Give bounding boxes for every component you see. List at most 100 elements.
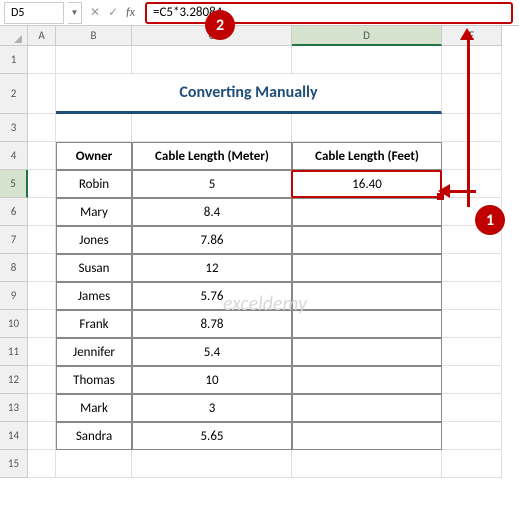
cell-meter[interactable]: 8.78 bbox=[132, 310, 292, 338]
cell[interactable] bbox=[132, 450, 292, 478]
cell-owner[interactable]: Frank bbox=[56, 310, 132, 338]
annotation-arrow bbox=[448, 190, 476, 193]
name-box-dropdown[interactable]: ▼ bbox=[68, 2, 82, 24]
cell-owner[interactable]: Mary bbox=[56, 198, 132, 226]
cell[interactable] bbox=[28, 394, 56, 422]
col-header-d[interactable]: D bbox=[292, 26, 442, 46]
cell-feet[interactable] bbox=[292, 366, 442, 394]
cell[interactable] bbox=[28, 310, 56, 338]
cell-owner[interactable]: Sandra bbox=[56, 422, 132, 450]
cell[interactable] bbox=[292, 46, 442, 74]
cell-owner[interactable]: Thomas bbox=[56, 366, 132, 394]
row-header[interactable]: 7 bbox=[0, 226, 28, 254]
header-meter[interactable]: Cable Length (Meter) bbox=[132, 142, 292, 170]
fx-icon[interactable]: fx bbox=[126, 6, 135, 20]
cell-feet[interactable] bbox=[292, 422, 442, 450]
cell-meter[interactable]: 5.4 bbox=[132, 338, 292, 366]
cell[interactable] bbox=[442, 142, 502, 170]
cell[interactable] bbox=[28, 74, 56, 114]
header-feet[interactable]: Cable Length (Feet) bbox=[292, 142, 442, 170]
row-header[interactable]: 9 bbox=[0, 282, 28, 310]
cell-feet[interactable] bbox=[292, 310, 442, 338]
cell-owner[interactable]: Jones bbox=[56, 226, 132, 254]
cell-meter[interactable]: 3 bbox=[132, 394, 292, 422]
cell[interactable] bbox=[28, 450, 56, 478]
row-header[interactable]: 6 bbox=[0, 198, 28, 226]
cell-owner[interactable]: James bbox=[56, 282, 132, 310]
grid-body[interactable]: Converting Manually Owner Cable Length (… bbox=[28, 46, 502, 478]
cell[interactable] bbox=[442, 338, 502, 366]
row-header[interactable]: 3 bbox=[0, 114, 28, 142]
row-header[interactable]: 14 bbox=[0, 422, 28, 450]
cell[interactable] bbox=[28, 366, 56, 394]
cell[interactable] bbox=[56, 450, 132, 478]
cell[interactable] bbox=[442, 450, 502, 478]
col-header-a[interactable]: A bbox=[28, 26, 56, 46]
annotation-arrowhead bbox=[438, 184, 450, 198]
title-cell[interactable]: Converting Manually bbox=[56, 74, 442, 114]
select-all-corner[interactable] bbox=[0, 26, 28, 46]
cell[interactable] bbox=[292, 450, 442, 478]
accept-icon[interactable]: ✓ bbox=[108, 5, 118, 20]
cell[interactable] bbox=[28, 422, 56, 450]
cell[interactable] bbox=[28, 114, 56, 142]
cell-feet[interactable] bbox=[292, 338, 442, 366]
cell[interactable] bbox=[28, 254, 56, 282]
cell[interactable] bbox=[56, 114, 132, 142]
cell-meter[interactable]: 5.65 bbox=[132, 422, 292, 450]
cell[interactable] bbox=[28, 198, 56, 226]
cell[interactable] bbox=[442, 394, 502, 422]
cancel-icon[interactable]: ✕ bbox=[90, 5, 100, 20]
name-box[interactable]: D5 bbox=[4, 2, 64, 24]
row-header[interactable]: 12 bbox=[0, 366, 28, 394]
row-header[interactable]: 5 bbox=[0, 170, 28, 198]
cell-meter[interactable]: 5.76 bbox=[132, 282, 292, 310]
cell[interactable] bbox=[28, 226, 56, 254]
cell-feet[interactable] bbox=[292, 394, 442, 422]
row-header[interactable]: 13 bbox=[0, 394, 28, 422]
row-header[interactable]: 11 bbox=[0, 338, 28, 366]
cell[interactable] bbox=[28, 282, 56, 310]
row-header[interactable]: 15 bbox=[0, 450, 28, 478]
cell-owner[interactable]: Jennifer bbox=[56, 338, 132, 366]
cell[interactable] bbox=[442, 282, 502, 310]
cell[interactable] bbox=[28, 46, 56, 74]
cell[interactable] bbox=[28, 170, 56, 198]
cell-meter[interactable]: 8.4 bbox=[132, 198, 292, 226]
row-header[interactable]: 4 bbox=[0, 142, 28, 170]
cell[interactable] bbox=[292, 114, 442, 142]
cell[interactable] bbox=[28, 142, 56, 170]
row-header[interactable]: 10 bbox=[0, 310, 28, 338]
cell-owner[interactable]: Robin bbox=[56, 170, 132, 198]
cell-meter[interactable]: 5 bbox=[132, 170, 292, 198]
cell[interactable] bbox=[442, 310, 502, 338]
cell[interactable] bbox=[56, 46, 132, 74]
row-header[interactable]: 2 bbox=[0, 74, 28, 114]
cell-feet[interactable] bbox=[292, 198, 442, 226]
row-header[interactable]: 1 bbox=[0, 46, 28, 74]
cell-feet[interactable] bbox=[292, 226, 442, 254]
cell[interactable] bbox=[442, 254, 502, 282]
cell[interactable] bbox=[132, 46, 292, 74]
cell[interactable] bbox=[442, 114, 502, 142]
header-owner[interactable]: Owner bbox=[56, 142, 132, 170]
cell-feet[interactable]: 16.40 bbox=[292, 170, 442, 198]
cell[interactable] bbox=[442, 46, 502, 74]
column-headers: A B C D E bbox=[28, 26, 502, 46]
col-header-b[interactable]: B bbox=[56, 26, 132, 46]
cell-meter[interactable]: 10 bbox=[132, 366, 292, 394]
cell-meter[interactable]: 7.86 bbox=[132, 226, 292, 254]
cell[interactable] bbox=[442, 74, 502, 114]
row-header[interactable]: 8 bbox=[0, 254, 28, 282]
cell-feet[interactable] bbox=[292, 282, 442, 310]
cell[interactable] bbox=[442, 366, 502, 394]
cell-feet[interactable] bbox=[292, 254, 442, 282]
cell[interactable] bbox=[28, 338, 56, 366]
cell[interactable] bbox=[442, 422, 502, 450]
cell-owner[interactable]: Susan bbox=[56, 254, 132, 282]
cell[interactable] bbox=[132, 114, 292, 142]
cell-owner[interactable]: Mark bbox=[56, 394, 132, 422]
formula-input[interactable]: =C5*3.28084 bbox=[145, 2, 513, 24]
cell-meter[interactable]: 12 bbox=[132, 254, 292, 282]
cell[interactable] bbox=[442, 170, 502, 198]
